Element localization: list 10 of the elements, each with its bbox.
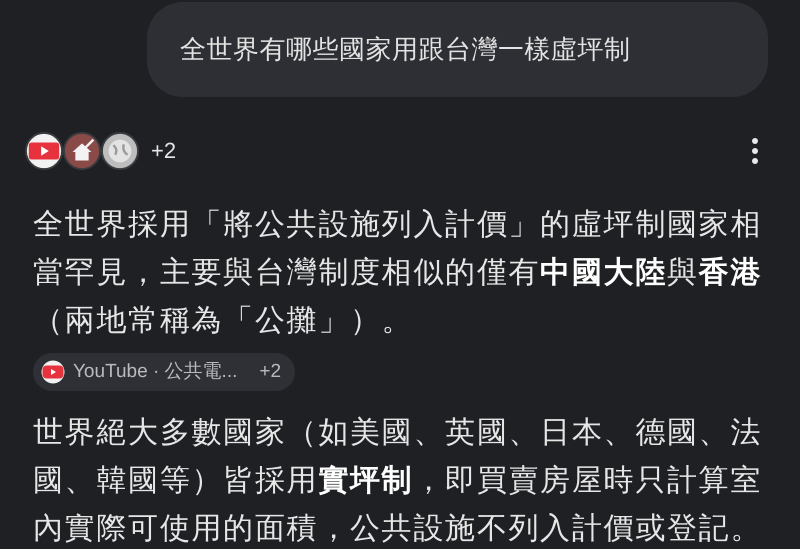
video-play-icon[interactable] bbox=[25, 132, 63, 170]
answer-paragraph: 世界絕大多數國家（如美國、英國、日本、德國、法國、韓國等）皆採用實坪制，即買賣房屋時只計算室內實際可使用的面積，公共設施不列入計價或登記。 bbox=[33, 414, 764, 548]
user-message: 全世界有哪些國家用跟台灣一樣虛坪制 bbox=[147, 2, 768, 97]
more-options-icon[interactable] bbox=[750, 137, 760, 165]
globe-icon[interactable] bbox=[101, 132, 139, 170]
answer-paragraph: 全世界採用「將公共設施列入計價」的虛坪制國家相當罕見，主要與台灣制度相似的僅有中國大陸與香港（兩地常稱為「公攤」）。 bbox=[33, 206, 764, 340]
house-icon[interactable] bbox=[63, 132, 101, 170]
source-count[interactable]: +2 bbox=[151, 138, 176, 164]
citation-chip[interactable]: YouTube · 公共電... +2 bbox=[33, 352, 296, 391]
video-play-icon bbox=[41, 360, 65, 384]
